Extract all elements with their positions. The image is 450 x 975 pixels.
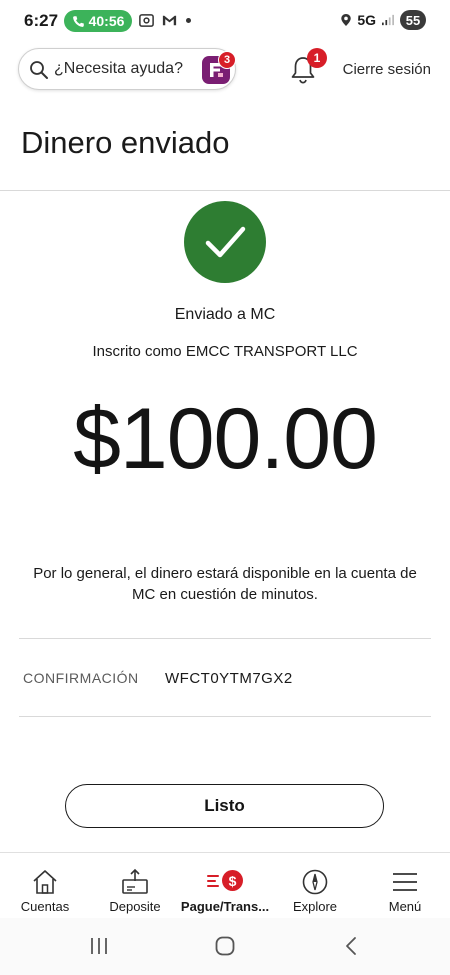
nav-item-deposit[interactable]: Deposite xyxy=(90,853,180,918)
home-icon xyxy=(33,870,57,894)
call-indicator[interactable]: 40:56 xyxy=(64,10,132,32)
search-placeholder: ¿Necesita ayuda? xyxy=(54,60,183,77)
recent-apps-icon[interactable] xyxy=(88,936,110,956)
signal-icon xyxy=(382,14,394,26)
enrolled-as-label: Inscrito como EMCC TRANSPORT LLC xyxy=(92,343,358,360)
phone-icon xyxy=(72,15,84,27)
bottom-nav: Cuentas Deposite $ Pague/Trans... Explor… xyxy=(0,852,450,918)
confirmation-code: WFCT0YTM7GX2 xyxy=(165,670,293,687)
nav-item-menu[interactable]: Menú xyxy=(360,853,450,918)
page-title: Dinero enviado xyxy=(21,125,230,160)
success-check-icon xyxy=(184,201,266,283)
nav-label-pay-transfer: Pague/Trans... xyxy=(180,899,270,914)
status-notification-icons xyxy=(138,12,191,29)
compass-icon xyxy=(302,869,328,895)
screenshot-icon xyxy=(139,14,154,27)
title-divider xyxy=(0,190,450,191)
sent-amount: $100.00 xyxy=(73,391,378,487)
location-icon xyxy=(341,14,352,26)
back-icon[interactable] xyxy=(340,936,362,956)
pay-transfer-badge: $ xyxy=(222,870,243,891)
nav-item-accounts[interactable]: Cuentas xyxy=(0,853,90,918)
confirmation-divider-bottom xyxy=(19,716,431,717)
assistant-badge: 3 xyxy=(218,51,236,69)
nav-label-accounts: Cuentas xyxy=(20,899,70,914)
nav-label-menu: Menú xyxy=(388,899,422,914)
gmail-icon xyxy=(162,15,177,26)
status-bar: 6:27 40:56 5G 55 xyxy=(0,0,450,42)
nav-item-explore[interactable]: Explore xyxy=(270,853,360,918)
nav-label-explore: Explore xyxy=(292,899,338,914)
system-nav-bar xyxy=(0,918,450,975)
confirmation-label: CONFIRMACIÓN xyxy=(23,670,139,686)
help-search-box[interactable]: ¿Necesita ayuda? 3 xyxy=(18,48,236,90)
notification-badge: 1 xyxy=(307,48,327,68)
deposit-icon xyxy=(122,868,148,894)
hamburger-menu-icon xyxy=(393,873,417,891)
call-timer: 40:56 xyxy=(88,13,125,29)
done-button[interactable]: Listo xyxy=(65,784,384,828)
app-header: ¿Necesita ayuda? 3 1 Cierre sesión xyxy=(0,42,450,98)
network-type: 5G xyxy=(357,12,376,28)
more-notifications-dot xyxy=(186,18,191,23)
home-button-icon[interactable] xyxy=(214,936,236,956)
battery-indicator: 55 xyxy=(400,10,426,30)
recipient-label: Enviado a MC xyxy=(174,306,276,323)
pay-transfer-icon: $ xyxy=(207,867,243,897)
availability-note: Por lo general, el dinero estará disponi… xyxy=(33,565,417,603)
status-system-icons: 5G 55 xyxy=(340,10,426,30)
search-icon xyxy=(30,61,48,79)
confirmation-divider-top xyxy=(19,638,431,639)
nav-item-pay-transfer[interactable]: $ Pague/Trans... xyxy=(180,853,270,918)
nav-label-deposit: Deposite xyxy=(109,899,161,914)
status-time: 6:27 xyxy=(24,11,59,30)
logout-link[interactable]: Cierre sesión xyxy=(343,61,431,78)
